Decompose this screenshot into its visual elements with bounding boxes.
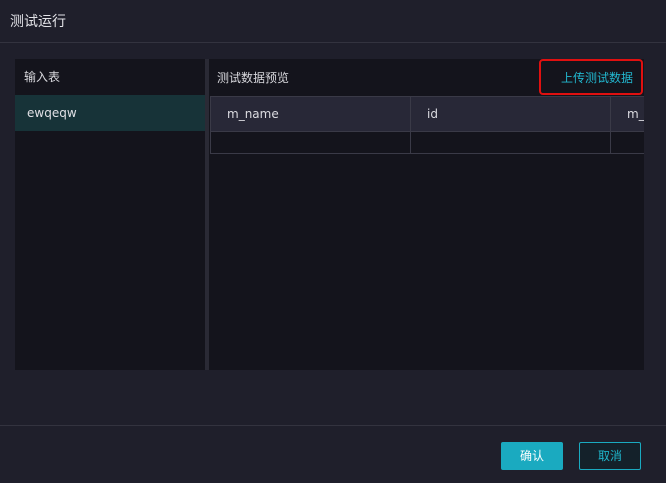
table-cell bbox=[610, 131, 644, 154]
dialog-header: 测试运行 bbox=[0, 0, 666, 43]
table-header-row: m_name id m_t bbox=[210, 96, 644, 132]
input-table-panel: 输入表 ewqeqw bbox=[15, 59, 205, 370]
dialog-title: 测试运行 bbox=[10, 14, 66, 30]
input-table-item[interactable]: ewqeqw bbox=[15, 95, 205, 131]
test-run-dialog: 测试运行 输入表 ewqeqw 测试数据预览 上传测试数据 m_name id … bbox=[0, 0, 666, 483]
column-header-id: id bbox=[410, 96, 611, 132]
footer-divider bbox=[0, 425, 666, 426]
preview-header: 测试数据预览 上传测试数据 bbox=[209, 59, 644, 95]
confirm-button[interactable]: 确认 bbox=[501, 442, 563, 470]
upload-test-data-label: 上传测试数据 bbox=[560, 71, 633, 85]
table-cell bbox=[210, 131, 411, 154]
cancel-button[interactable]: 取消 bbox=[579, 442, 641, 470]
table-cell bbox=[410, 131, 611, 154]
preview-title: 测试数据预览 bbox=[217, 71, 290, 85]
column-header-m-name: m_name bbox=[210, 96, 411, 132]
table-row bbox=[210, 131, 644, 154]
upload-test-data-button[interactable]: 上传测试数据 bbox=[539, 59, 643, 95]
input-table-heading: 输入表 bbox=[24, 70, 61, 84]
preview-table: m_name id m_t bbox=[210, 96, 644, 154]
test-data-preview-panel: 测试数据预览 上传测试数据 m_name id m_t bbox=[209, 59, 644, 370]
column-header-m-t: m_t bbox=[610, 96, 644, 132]
